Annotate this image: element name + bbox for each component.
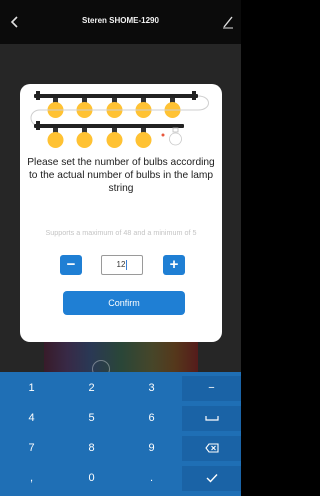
- key-minus[interactable]: −: [182, 376, 241, 401]
- key-3[interactable]: 3: [122, 376, 181, 401]
- numeric-keyboard: 1 2 3 − 4 5 6 7 8 9 , 0 .: [0, 372, 241, 496]
- space-bar-icon: [204, 416, 219, 421]
- key-2[interactable]: 2: [62, 376, 121, 401]
- key-done[interactable]: [182, 466, 241, 491]
- bulb-row-bottom: [47, 128, 152, 148]
- lamp-string-illustration: [30, 91, 209, 148]
- key-space[interactable]: [182, 406, 241, 431]
- page-title: Steren SHOME-1290: [82, 16, 159, 25]
- key-comma[interactable]: ,: [2, 466, 61, 491]
- key-period[interactable]: .: [122, 466, 181, 491]
- key-4[interactable]: 4: [2, 406, 61, 431]
- empty-bulb-outline: [169, 127, 182, 146]
- bulb-row-top: [47, 98, 181, 118]
- key-8[interactable]: 8: [62, 436, 121, 461]
- bulb-limits-hint: Supports a maximum of 48 and a minimum o…: [45, 228, 197, 237]
- bulb-count-input[interactable]: 12: [101, 255, 143, 275]
- key-5[interactable]: 5: [62, 406, 121, 431]
- key-6[interactable]: 6: [122, 406, 181, 431]
- key-1[interactable]: 1: [2, 376, 61, 401]
- text-caret: [126, 259, 128, 270]
- key-backspace[interactable]: [182, 436, 241, 461]
- checkmark-icon: [206, 474, 218, 483]
- bulb-count-dialog: Please set the number of bulbs according…: [20, 84, 222, 342]
- bulb-count-value: 12: [116, 260, 126, 269]
- key-9[interactable]: 9: [122, 436, 181, 461]
- decrease-button[interactable]: −: [60, 255, 82, 275]
- app-header: Steren SHOME-1290: [0, 0, 241, 44]
- increase-button[interactable]: +: [163, 255, 185, 275]
- key-7[interactable]: 7: [2, 436, 61, 461]
- backspace-icon: [204, 443, 219, 453]
- screen: Steren SHOME-1290 Please set the number …: [0, 0, 241, 496]
- pencil-icon[interactable]: [222, 15, 234, 29]
- key-0[interactable]: 0: [62, 466, 121, 491]
- confirm-button[interactable]: Confirm: [63, 291, 185, 315]
- dialog-prompt: Please set the number of bulbs according…: [27, 157, 215, 194]
